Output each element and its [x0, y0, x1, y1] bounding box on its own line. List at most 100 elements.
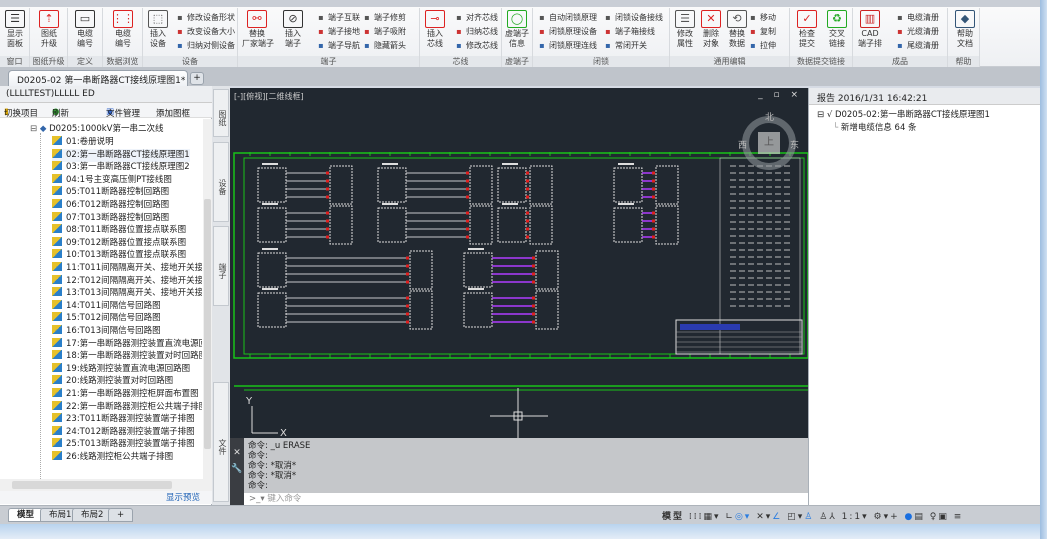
isolate-icon[interactable]: ● — [905, 512, 915, 522]
close-icon[interactable]: ✕ — [230, 448, 244, 458]
ribbon-small-button[interactable]: ▪ 电缆清册 — [895, 11, 939, 24]
ortho-icon[interactable]: ∟ — [725, 512, 735, 522]
side-tab[interactable]: 图纸 — [213, 89, 229, 137]
ribbon-button[interactable]: ⊘ 插入 端子 — [278, 10, 308, 49]
clean-screen-icon[interactable]: ▣ — [938, 512, 949, 522]
ribbon-small-button[interactable]: ▪ 端子修剪 — [362, 11, 406, 24]
ribbon-small-button[interactable]: ▪ 闭锁原理连线 — [537, 39, 597, 52]
ribbon-small-button[interactable]: ▪ 端子吸附 — [362, 25, 406, 38]
tree-item[interactable]: 17:第一串断路器测控装置直流电源回路 — [52, 337, 202, 351]
tree-item[interactable]: 12:T012间隔隔离开关、接地开关接点联 — [52, 274, 202, 288]
report-root[interactable]: ⊟ √ D0205-02:第一串断路器CT接线原理图1 — [817, 108, 990, 120]
tree-vertical-scrollbar[interactable] — [203, 119, 212, 479]
tree-horizontal-scrollbar[interactable] — [0, 479, 212, 491]
annotation-icon[interactable]: ♙ — [804, 512, 814, 522]
tree-root[interactable]: ⊟ ◆ D0205:1000kV第一串二次线 — [30, 123, 164, 136]
tree-item[interactable]: 20:线路测控装置对时回路图 — [52, 375, 173, 388]
tree-item[interactable]: 01:卷册说明 — [52, 136, 114, 149]
ribbon-button[interactable]: ◆ 帮助 文档 — [950, 10, 980, 49]
tree-item[interactable]: 15:T012间隔信号回路图 — [52, 312, 161, 325]
tree-item[interactable]: 18:第一串断路器测控装置对时回路图 — [52, 350, 202, 363]
tree-item[interactable]: 10:T013断路器位置接点联系图 — [52, 249, 186, 262]
ribbon-button[interactable]: ⊸ 插入 芯线 — [420, 10, 450, 49]
tree-item[interactable]: 24:T012断路器测控装置端子排图 — [52, 425, 195, 439]
layout-tab[interactable]: 布局2 — [72, 508, 113, 522]
selection-icon[interactable]: ◰▾ — [787, 512, 804, 522]
tree-item[interactable]: 07:T013断路器控制回路图 — [52, 211, 169, 225]
polar-icon[interactable]: ◎▾ — [735, 512, 751, 522]
tree-item[interactable]: 25:T013断路器测控装置端子排图 — [52, 438, 195, 451]
grid-icon[interactable]: ⁞⁞⁞ — [689, 512, 704, 522]
ribbon-small-button[interactable]: ▪ 改变设备大小 — [175, 25, 235, 38]
ribbon-small-button[interactable]: ▪ 常闭开关 — [603, 39, 647, 52]
ribbon-small-button[interactable]: ▪ 对齐芯线 — [454, 11, 498, 24]
document-tab[interactable]: D0205-02 第一串断路器CT接线原理图1* × — [8, 70, 196, 86]
ribbon-small-button[interactable]: ▪ 尾缆清册 — [895, 39, 939, 52]
ribbon-button[interactable]: ⚯ 替换 厂家端子 — [242, 10, 274, 49]
show-preview-link[interactable]: 显示预览 — [0, 491, 212, 504]
ribbon-small-button[interactable]: ▪ 自动闭锁原理 — [537, 11, 597, 24]
ribbon-button[interactable]: ◯ 虚端子 信息 — [502, 10, 532, 49]
ribbon-small-button[interactable]: ▪ 归纳对侧设备 — [175, 39, 235, 52]
ribbon-small-button[interactable]: ▪ 端子互联 — [316, 11, 360, 24]
ribbon-small-button[interactable]: ▪ 归纳芯线 — [454, 25, 498, 38]
osnap-icon[interactable]: ✕▾ — [756, 512, 772, 522]
scrollbar-thumb[interactable] — [204, 199, 211, 449]
tree-item[interactable]: 04:1号主变高压侧PT接线图 — [52, 173, 172, 187]
snap-icon[interactable]: ▦▾ — [703, 512, 720, 522]
viewcube-face[interactable]: 上 — [758, 132, 780, 154]
tree-item[interactable]: 06:T012断路器控制回路图 — [52, 199, 169, 212]
ribbon-small-button[interactable]: ▪ 端子箱接线 — [603, 25, 655, 38]
ribbon-small-button[interactable]: ▪ 修改设备形状 — [175, 11, 235, 24]
menu-icon[interactable]: ≡ — [954, 512, 964, 522]
ribbon-small-button[interactable]: ▪ 移动 — [748, 11, 776, 24]
tree-item[interactable]: 22:第一串断路器测控柜公共端子排图 — [52, 400, 202, 414]
ribbon-small-button[interactable]: ▪ 端子导航 — [316, 39, 360, 52]
tree-item[interactable]: 23:T011断路器测控装置端子排图 — [52, 413, 195, 426]
annotation-visible-icon[interactable]: ♙ — [819, 512, 829, 522]
ribbon-small-button[interactable]: ▪ 端子接地 — [316, 25, 360, 38]
viewcube[interactable]: 上 北 西 东 — [736, 110, 802, 176]
tree-item[interactable]: 05:T011断路器控制回路图 — [52, 186, 169, 199]
ribbon-small-button[interactable]: ▪ 复制 — [748, 25, 776, 38]
annotation-auto-icon[interactable]: ⅄ — [829, 512, 837, 522]
tree-item[interactable]: 16:T013间隔信号回路图 — [52, 325, 161, 338]
report-item[interactable]: └ 新增电缆信息 64 条 — [833, 121, 917, 133]
tree-item[interactable]: 19:线路测控装置直流电源回路图 — [52, 362, 190, 376]
drawing-canvas[interactable]: YX [-][俯视][二维线框] _ ▫ × 上 北 西 东 — [230, 88, 808, 438]
side-tab[interactable]: 端子 — [213, 226, 229, 306]
ribbon-small-button[interactable]: ▪ 拉伸 — [748, 39, 776, 52]
ribbon-button[interactable]: ⬚ 插入 设备 — [143, 10, 173, 49]
ribbon-small-button[interactable]: ▪ 闭锁设备接线 — [603, 11, 663, 24]
plus-icon[interactable]: + — [890, 512, 900, 522]
scale-dropdown[interactable]: 1:1 — [842, 512, 862, 522]
viewport-controls[interactable]: _ ▫ × — [758, 90, 802, 100]
tree-item[interactable]: 08:T011断路器位置接点联系图 — [52, 224, 186, 237]
ribbon-button[interactable]: ⇡ 图纸 升级 — [34, 10, 64, 49]
hardware-icon[interactable]: ▤ — [914, 512, 925, 522]
ribbon-button[interactable]: ♻ 交叉 链接 — [822, 10, 852, 49]
tree-item[interactable]: 21:第一串断路器测控柜屏面布置图 — [52, 388, 199, 401]
ribbon-small-button[interactable]: ▪ 闭锁原理设备 — [537, 25, 597, 38]
layout-tab[interactable]: + — [108, 508, 134, 522]
ribbon-button[interactable]: ✓ 检查 提交 — [792, 10, 822, 49]
tree-item[interactable]: 13:T013间隔隔离开关、接地开关接点联 — [52, 287, 202, 300]
new-tab-button[interactable]: + — [190, 72, 204, 85]
ribbon-button[interactable]: ▥ CAD 端子排 — [855, 10, 885, 49]
tree-item[interactable]: 14:T011间隔信号回路图 — [52, 299, 161, 313]
model-toggle[interactable]: 模型 — [662, 512, 684, 522]
tree-item[interactable]: 02:第一串断路器CT接线原理图1 — [52, 148, 190, 162]
ribbon-button[interactable]: ▭ 电缆 编号 — [70, 10, 100, 49]
gear-icon[interactable]: ⚙▾ — [874, 512, 891, 522]
ribbon-button[interactable]: ⋮⋮ 电缆 编号 — [108, 10, 138, 49]
viewport-label[interactable]: [-][俯视][二维线框] — [234, 91, 304, 102]
ribbon-small-button[interactable]: ▪ 光缆清册 — [895, 25, 939, 38]
tree-item[interactable]: 03:第一串断路器CT接线原理图2 — [52, 161, 190, 174]
ribbon-button[interactable]: ☰ 显示 面板 — [0, 10, 30, 49]
layout-tab[interactable]: 模型 — [8, 508, 44, 522]
angle-icon[interactable]: ∠ — [772, 512, 782, 522]
side-tab[interactable]: 设备 — [213, 142, 229, 222]
wrench-icon[interactable]: 🔧 — [230, 464, 244, 474]
tree-item[interactable]: 09:T012断路器位置接点联系图 — [52, 236, 186, 250]
tree-item[interactable]: 26:线路测控柜公共端子排图 — [52, 451, 173, 464]
